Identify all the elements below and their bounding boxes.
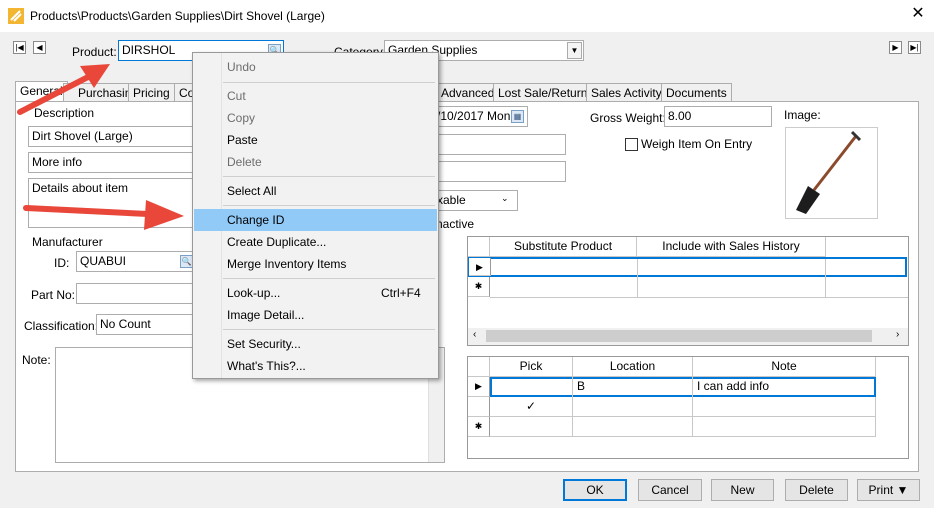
arrow-to-product-field (17, 64, 110, 115)
annotation-arrows (17, 64, 184, 230)
arrow-to-change-id (23, 200, 184, 230)
